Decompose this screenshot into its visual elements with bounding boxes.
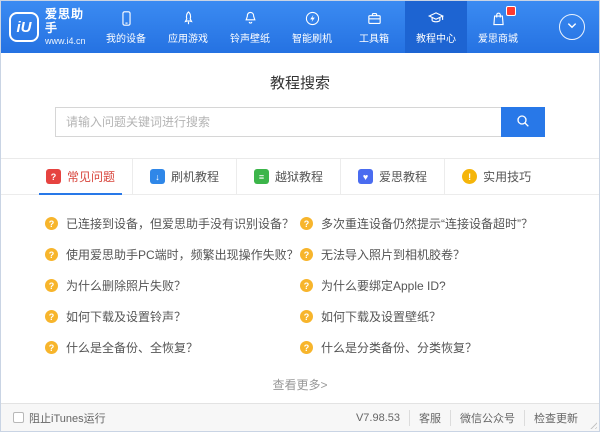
- tab-jailbreak-tutorials[interactable]: ≡ 越狱教程: [236, 159, 340, 194]
- faq-question[interactable]: ? 已连接到设备，但爱思助手没有识别设备？: [45, 208, 300, 239]
- view-more-link[interactable]: 查看更多>: [1, 376, 599, 393]
- nav-item-apps-games[interactable]: 应用游戏: [157, 1, 219, 53]
- block-itunes-label: 阻止iTunes运行: [29, 410, 106, 426]
- phone-icon: [118, 9, 135, 27]
- faq-question[interactable]: ? 如何下载及设置铃声？: [45, 301, 300, 332]
- app-logo: iU 爱思助手 www.i4.cn: [1, 1, 95, 53]
- titlebar: iU 爱思助手 www.i4.cn 我的设备 应用游戏: [1, 1, 599, 53]
- bell-icon: [242, 9, 259, 27]
- nav-item-toolbox[interactable]: 工具箱: [343, 1, 405, 53]
- faq-list: ? 已连接到设备，但爱思助手没有识别设备？ ? 使用爱思助手PC端时，频繁出现操…: [1, 195, 599, 363]
- search-input[interactable]: [55, 107, 501, 137]
- faq-question[interactable]: ? 如何下载及设置壁纸？: [300, 301, 555, 332]
- tab-flash-tutorials[interactable]: ↓ 刷机教程: [132, 159, 236, 194]
- search-bar: [55, 107, 545, 137]
- nav-item-my-devices[interactable]: 我的设备: [95, 1, 157, 53]
- faq-icon: ?: [46, 169, 61, 184]
- question-icon: ?: [45, 341, 58, 354]
- search-button[interactable]: [501, 107, 545, 137]
- faq-question[interactable]: ? 什么是全备份、全恢复？: [45, 332, 300, 363]
- status-bar: 阻止iTunes运行 V7.98.53 客服 微信公众号 检查更新: [1, 403, 599, 431]
- question-icon: ?: [45, 279, 58, 292]
- brand-url: www.i4.cn: [45, 36, 95, 46]
- search-icon: [515, 113, 531, 132]
- logo-icon: iU: [9, 12, 39, 42]
- checkbox-icon: [13, 412, 24, 423]
- notification-badge: [506, 6, 516, 16]
- tab-aisi-tutorials[interactable]: ♥ 爱思教程: [340, 159, 444, 194]
- customer-service-link[interactable]: 客服: [409, 410, 450, 426]
- collapse-menu-button[interactable]: [559, 14, 585, 40]
- nav-item-label: 工具箱: [359, 30, 389, 45]
- flash-icon: [304, 9, 321, 27]
- jailbreak-tutorial-icon: ≡: [254, 169, 269, 184]
- faq-question[interactable]: ? 使用爱思助手PC端时，频繁出现操作失败？: [45, 239, 300, 270]
- lightbulb-icon: !: [462, 169, 477, 184]
- tutorial-tabs: ? 常见问题 ↓ 刷机教程 ≡ 越狱教程 ♥ 爱思教程 ! 实用技巧: [1, 159, 599, 195]
- tab-faq[interactable]: ? 常见问题: [29, 159, 132, 194]
- app-window: iU 爱思助手 www.i4.cn 我的设备 应用游戏: [0, 0, 600, 432]
- faq-question[interactable]: ? 什么是分类备份、分类恢复？: [300, 332, 555, 363]
- nav-item-tutorial-center[interactable]: 教程中心: [405, 1, 467, 53]
- question-icon: ?: [300, 310, 313, 323]
- brand-name: 爱思助手: [45, 8, 95, 36]
- question-icon: ?: [45, 217, 58, 230]
- faq-column-left: ? 已连接到设备，但爱思助手没有识别设备？ ? 使用爱思助手PC端时，频繁出现操…: [45, 208, 300, 363]
- wechat-official-account-link[interactable]: 微信公众号: [450, 410, 524, 426]
- faq-question[interactable]: ? 无法导入照片到相机胶卷？: [300, 239, 555, 270]
- nav-item-label: 教程中心: [416, 30, 456, 45]
- faq-column-right: ? 多次重连设备仍然提示“连接设备超时”？ ? 无法导入照片到相机胶卷？ ? 为…: [300, 208, 555, 363]
- tab-tips[interactable]: ! 实用技巧: [444, 159, 548, 194]
- rocket-icon: [180, 9, 197, 27]
- question-icon: ?: [45, 248, 58, 261]
- main-nav: 我的设备 应用游戏 铃声壁纸 智能刷机: [95, 1, 559, 53]
- nav-item-label: 应用游戏: [168, 30, 208, 45]
- nav-item-ringtones-wallpapers[interactable]: 铃声壁纸: [219, 1, 281, 53]
- faq-question[interactable]: ? 为什么删除照片失败？: [45, 270, 300, 301]
- faq-question[interactable]: ? 为什么要绑定Apple ID?: [300, 270, 555, 301]
- nav-item-label: 爱思商城: [478, 30, 518, 45]
- nav-item-aisi-mall[interactable]: 爱思商城: [467, 1, 529, 53]
- flash-tutorial-icon: ↓: [150, 169, 165, 184]
- question-icon: ?: [45, 310, 58, 323]
- block-itunes-checkbox[interactable]: 阻止iTunes运行: [13, 410, 106, 426]
- check-update-link[interactable]: 检查更新: [524, 410, 587, 426]
- aisi-tutorial-icon: ♥: [358, 169, 373, 184]
- nav-item-smart-flash[interactable]: 智能刷机: [281, 1, 343, 53]
- version-label: V7.98.53: [347, 412, 409, 424]
- nav-item-label: 我的设备: [106, 30, 146, 45]
- graduation-cap-icon: [427, 9, 445, 27]
- question-icon: ?: [300, 248, 313, 261]
- question-icon: ?: [300, 341, 313, 354]
- question-icon: ?: [300, 279, 313, 292]
- faq-question[interactable]: ? 多次重连设备仍然提示“连接设备超时”？: [300, 208, 555, 239]
- shop-bag-icon: [490, 9, 507, 27]
- tutorial-search-page: 教程搜索 ? 常见问题 ↓ 刷机教程 ≡ 越狱教程: [1, 53, 599, 403]
- chevron-down-icon: [561, 14, 583, 41]
- question-icon: ?: [300, 217, 313, 230]
- nav-item-label: 铃声壁纸: [230, 30, 270, 45]
- nav-item-label: 智能刷机: [292, 30, 332, 45]
- page-title: 教程搜索: [1, 53, 599, 93]
- toolbox-icon: [366, 9, 383, 27]
